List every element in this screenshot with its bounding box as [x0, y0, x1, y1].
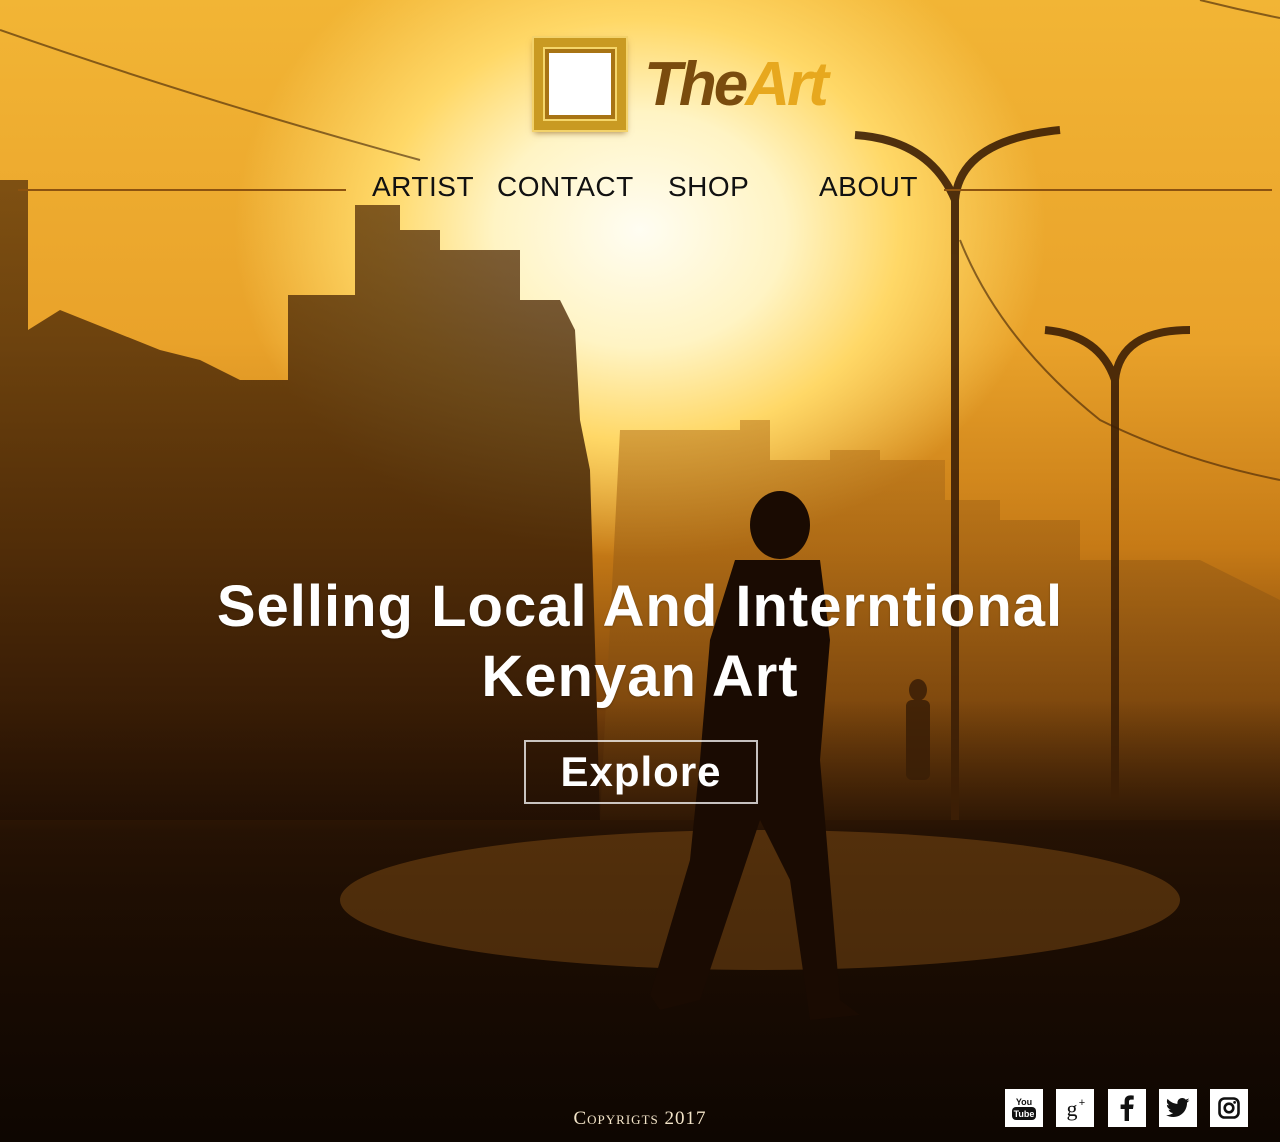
- hero-title-line2: Kenyan Art: [481, 644, 799, 709]
- google-plus-icon: g +: [1067, 1096, 1086, 1121]
- google-plus-link[interactable]: g +: [1056, 1089, 1094, 1127]
- nav-item-contact[interactable]: CONTACT: [497, 170, 634, 204]
- instagram-link[interactable]: [1210, 1089, 1248, 1127]
- facebook-icon: [1120, 1095, 1134, 1121]
- hero-title: Selling Local And Interntional Kenyan Ar…: [140, 572, 1140, 712]
- brand-name: TheArt: [644, 50, 829, 120]
- youtube-link[interactable]: You Tube: [1005, 1089, 1043, 1127]
- brand-name-part2: Art: [745, 50, 829, 119]
- svg-text:g: g: [1067, 1096, 1078, 1121]
- brand-name-part1: The: [644, 50, 748, 119]
- instagram-icon: [1218, 1097, 1240, 1119]
- copyright-text: Copyrigts 2017: [573, 1108, 707, 1129]
- main-nav: ARTIST CONTACT SHOP ABOUT: [0, 170, 1280, 210]
- brand-logo[interactable]: TheArt: [534, 36, 829, 136]
- nav-item-shop[interactable]: SHOP: [668, 170, 749, 204]
- hero-title-line1: Selling Local And Interntional: [216, 574, 1064, 639]
- twitter-link[interactable]: [1159, 1089, 1197, 1127]
- facebook-link[interactable]: [1108, 1089, 1146, 1127]
- nav-item-artist[interactable]: ARTIST: [372, 170, 474, 204]
- youtube-icon: You Tube: [1012, 1097, 1036, 1120]
- nav-item-about[interactable]: ABOUT: [819, 170, 918, 204]
- svg-text:Tube: Tube: [1014, 1109, 1035, 1119]
- explore-button[interactable]: Explore: [524, 740, 758, 804]
- svg-text:You: You: [1016, 1097, 1032, 1107]
- picture-frame-icon: [534, 38, 626, 130]
- svg-text:+: +: [1079, 1097, 1085, 1109]
- twitter-icon: [1166, 1098, 1190, 1117]
